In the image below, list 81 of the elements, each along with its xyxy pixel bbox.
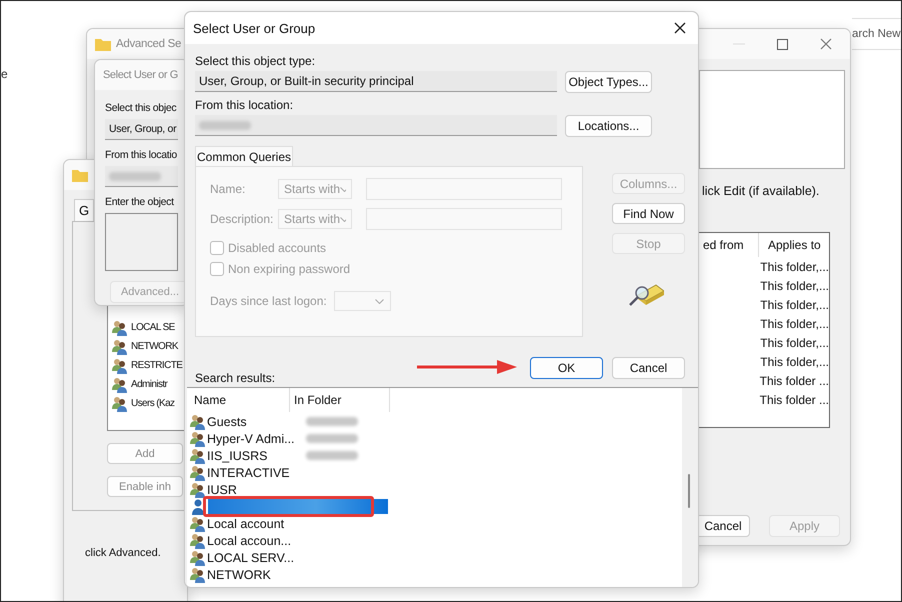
cancel-button[interactable]: Cancel xyxy=(612,357,685,379)
group-icon xyxy=(190,430,206,446)
dialog-title: Select User or G xyxy=(103,69,178,81)
list-item[interactable]: INTERACTIVE xyxy=(207,466,299,480)
group-icon xyxy=(112,320,128,336)
field-label: From this location: xyxy=(195,97,294,113)
table-cell-text: This folder,... xyxy=(759,278,829,292)
tab[interactable]: G xyxy=(74,199,94,221)
group-icon xyxy=(112,376,128,392)
group-icon xyxy=(112,338,128,354)
group-icon xyxy=(190,532,206,548)
list-item[interactable]: LOCAL SE xyxy=(131,322,175,333)
table-cell-text: This folder,... xyxy=(759,260,829,274)
scrollbar[interactable] xyxy=(682,388,698,587)
folder-icon xyxy=(95,37,111,51)
object-names-field[interactable] xyxy=(105,213,178,271)
chevron-icon xyxy=(374,298,384,304)
list-item[interactable]: RESTRICTE xyxy=(131,360,182,371)
close-icon[interactable] xyxy=(674,22,686,34)
object-types-button[interactable]: Object Types... xyxy=(565,71,652,93)
chevron-icon xyxy=(340,186,346,192)
maximize-icon[interactable] xyxy=(777,38,788,50)
group-icon xyxy=(112,396,128,412)
user-icon xyxy=(190,498,206,514)
object-type-field: User, Group, or Built-in security principal xyxy=(195,71,557,92)
folder-icon xyxy=(72,168,88,182)
list-item[interactable]: NETWORK xyxy=(207,568,299,582)
group-icon xyxy=(190,464,206,480)
checkbox-label: Disabled accounts xyxy=(228,241,326,255)
field-label: Search results: xyxy=(195,370,276,387)
table-cell-text: This folder,... xyxy=(759,316,829,330)
group-icon xyxy=(190,566,206,582)
group-icon xyxy=(112,358,128,374)
table-cell-text: This folder ... xyxy=(758,374,829,388)
group-icon xyxy=(190,516,206,532)
group-icon xyxy=(190,448,206,464)
list-item[interactable]: Users (Kaz xyxy=(131,398,174,409)
column-header[interactable]: Applies to xyxy=(759,238,821,252)
table-cell-text: This folder,... xyxy=(759,354,829,368)
days-dropdown[interactable] xyxy=(334,291,391,311)
selected-row[interactable] xyxy=(208,499,388,514)
list-item[interactable]: Guests xyxy=(207,414,299,428)
list-item[interactable]: LOCAL SERV... xyxy=(207,550,299,564)
ok-button[interactable]: OK xyxy=(530,357,603,379)
blurred-text xyxy=(199,120,251,130)
list-item[interactable]: NETWORK xyxy=(131,341,178,352)
chevron-icon xyxy=(340,216,346,222)
list-item[interactable]: Administr xyxy=(131,379,168,390)
field-label: Select this object type: xyxy=(195,53,316,69)
group-icon xyxy=(190,482,206,498)
locations-button[interactable]: Locations... xyxy=(565,115,652,137)
field-label: Description: xyxy=(210,212,274,226)
object-type-field: User, Group, or xyxy=(105,119,178,140)
field-label: From this locatio xyxy=(105,148,177,163)
table-cell-text: This folder ... xyxy=(758,392,829,406)
table-cell-text: This folder,... xyxy=(759,298,829,312)
blurred-text xyxy=(109,172,161,180)
hint-text: click Advanced. xyxy=(85,547,161,559)
field-label: Select this objec xyxy=(105,101,176,116)
hint-text: lick Edit (if available). xyxy=(702,184,820,198)
dialog-button[interactable]: Find Now xyxy=(612,203,685,224)
list-item[interactable]: IUSR xyxy=(207,482,299,496)
tab[interactable]: Common Queries xyxy=(195,146,293,166)
list-item[interactable]: Local accoun... xyxy=(207,534,299,548)
group-icon xyxy=(190,550,206,566)
group-icon xyxy=(190,414,206,430)
field-label: Enter the object xyxy=(105,195,174,210)
table-cell-text: This folder,... xyxy=(759,336,829,350)
list-item[interactable]: IIS_IUSRS xyxy=(207,448,299,462)
sidebar-item[interactable]: e xyxy=(1,67,8,81)
column-header[interactable]: In Folder xyxy=(290,388,390,412)
list-item[interactable]: Hyper-V Admi... xyxy=(207,432,299,446)
window-title: Advanced Se xyxy=(116,38,182,50)
search-field[interactable]: arch New xyxy=(852,18,901,50)
field-label: Name: xyxy=(210,182,246,196)
field-label: Days since last logon: xyxy=(210,294,327,308)
scroll-thumb[interactable] xyxy=(688,474,690,508)
dialog-title: Select User or Group xyxy=(193,20,316,36)
checkbox-label: Non expiring password xyxy=(228,262,350,276)
list-item[interactable]: Local account xyxy=(207,516,299,530)
column-header[interactable]: Name xyxy=(190,388,290,412)
